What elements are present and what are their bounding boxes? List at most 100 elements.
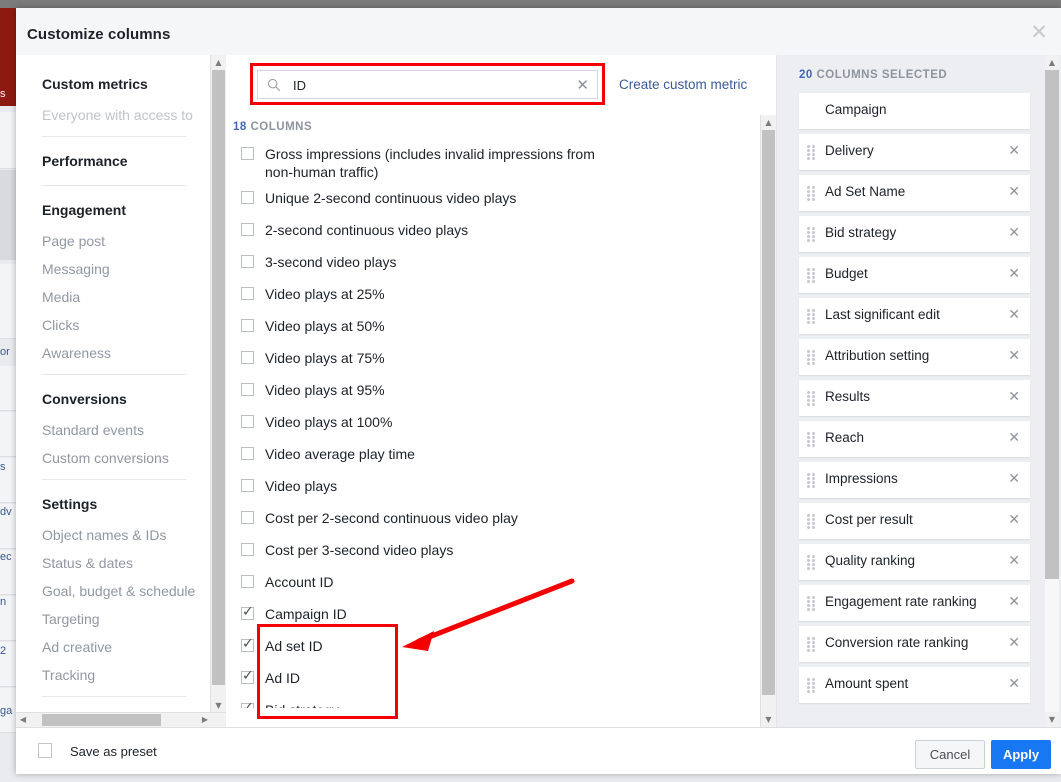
column-option-row[interactable]: Cost per 2-second continuous video play <box>227 505 759 537</box>
create-custom-metric-link[interactable]: Create custom metric <box>619 77 747 92</box>
column-option-checkbox[interactable] <box>241 511 254 524</box>
drag-handle-icon[interactable] <box>807 678 816 693</box>
column-option-row[interactable]: Video plays at 25% <box>227 281 759 313</box>
sidebar-item-object-names-ids[interactable]: Object names & IDs <box>16 521 212 549</box>
column-option-row[interactable]: Account ID <box>227 569 759 601</box>
selected-column-row[interactable]: Budget ✕ <box>799 257 1030 293</box>
drag-handle-icon[interactable] <box>807 268 816 283</box>
remove-column-icon[interactable]: ✕ <box>1008 347 1020 366</box>
column-option-checkbox[interactable] <box>241 191 254 204</box>
sidebar-item-goal-budget-schedule[interactable]: Goal, budget & schedule <box>16 577 212 605</box>
selected-column-row[interactable]: Conversion rate ranking ✕ <box>799 626 1030 662</box>
column-option-row[interactable]: 2-second continuous video plays <box>227 217 759 249</box>
column-option-row[interactable]: Video plays at 100% <box>227 409 759 441</box>
selected-column-row[interactable]: Impressions ✕ <box>799 462 1030 498</box>
column-option-checkbox[interactable] <box>241 223 254 236</box>
remove-column-icon[interactable]: ✕ <box>1008 429 1020 448</box>
remove-column-icon[interactable]: ✕ <box>1008 224 1020 243</box>
remove-column-icon[interactable]: ✕ <box>1008 183 1020 202</box>
column-option-checkbox[interactable] <box>241 479 254 492</box>
selected-column-row[interactable]: Ad Set Name ✕ <box>799 175 1030 211</box>
scrollbar-thumb[interactable] <box>1045 70 1059 579</box>
selected-column-row[interactable]: Quality ranking ✕ <box>799 544 1030 580</box>
selected-column-row[interactable]: Delivery ✕ <box>799 134 1030 170</box>
scroll-down-icon[interactable]: ▼ <box>1045 712 1059 727</box>
remove-column-icon[interactable]: ✕ <box>1008 388 1020 407</box>
drag-handle-icon[interactable] <box>807 391 816 406</box>
selected-columns-list[interactable]: Campaign Delivery ✕ Ad Set Name ✕ Bid strateg… <box>777 93 1039 727</box>
remove-column-icon[interactable]: ✕ <box>1008 470 1020 489</box>
sidebar-horizontal-scrollbar[interactable]: ◀ ▶ <box>16 712 226 727</box>
sidebar-item-messaging[interactable]: Messaging <box>16 255 212 283</box>
column-option-row[interactable]: Video plays at 50% <box>227 313 759 345</box>
drag-handle-icon[interactable] <box>807 473 816 488</box>
column-option-row[interactable]: Cost per 3-second video plays <box>227 537 759 569</box>
column-option-checkbox[interactable] <box>241 319 254 332</box>
column-option-checkbox[interactable] <box>241 255 254 268</box>
column-option-row[interactable]: 3-second video plays <box>227 249 759 281</box>
sidebar-item-tracking[interactable]: Tracking <box>16 661 212 689</box>
drag-handle-icon[interactable] <box>807 637 816 652</box>
search-input[interactable] <box>291 71 565 100</box>
sidebar-item-media[interactable]: Media <box>16 283 212 311</box>
scroll-down-icon[interactable]: ▼ <box>761 712 776 727</box>
sidebar-item-custom-metrics[interactable]: Custom metrics <box>16 67 212 101</box>
drag-handle-icon[interactable] <box>807 432 816 447</box>
sidebar-item-targeting[interactable]: Targeting <box>16 605 212 633</box>
column-option-row[interactable]: Ad ID <box>227 665 759 697</box>
sidebar-item-settings[interactable]: Settings <box>16 487 212 521</box>
sidebar-item-status-dates[interactable]: Status & dates <box>16 549 212 577</box>
clear-search-icon[interactable]: ✕ <box>576 75 589 95</box>
sidebar-item-custom-conversions[interactable]: Custom conversions <box>16 444 212 472</box>
scrollbar-thumb[interactable] <box>762 130 775 695</box>
column-option-checkbox[interactable] <box>241 287 254 300</box>
drag-handle-icon[interactable] <box>807 350 816 365</box>
sidebar-vertical-scrollbar[interactable]: ▲ ▼ <box>210 55 226 713</box>
column-option-row[interactable]: Video plays at 75% <box>227 345 759 377</box>
scroll-right-icon[interactable]: ▶ <box>198 713 212 726</box>
column-option-checkbox[interactable] <box>241 447 254 460</box>
column-option-row[interactable]: Gross impressions (includes invalid impr… <box>227 141 759 185</box>
sidebar-item-clicks[interactable]: Clicks <box>16 311 212 339</box>
close-icon[interactable]: ✕ <box>1028 21 1050 43</box>
sidebar-item-engagement[interactable]: Engagement <box>16 193 212 227</box>
column-option-checkbox[interactable] <box>241 604 254 620</box>
remove-column-icon[interactable]: ✕ <box>1008 511 1020 530</box>
column-option-row[interactable]: Bid strategy <box>227 697 759 708</box>
remove-column-icon[interactable]: ✕ <box>1008 634 1020 653</box>
drag-handle-icon[interactable] <box>807 596 816 611</box>
cancel-button[interactable]: Cancel <box>915 740 985 769</box>
column-option-checkbox[interactable] <box>241 415 254 428</box>
drag-handle-icon[interactable] <box>807 309 816 324</box>
selected-column-row[interactable]: Results ✕ <box>799 380 1030 416</box>
selected-column-row[interactable]: Campaign <box>799 93 1030 129</box>
drag-handle-icon[interactable] <box>807 514 816 529</box>
scrollbar-thumb[interactable] <box>212 70 225 685</box>
sidebar-item-conversions[interactable]: Conversions <box>16 382 212 416</box>
apply-button[interactable]: Apply <box>991 740 1051 769</box>
sidebar-item-ad-creative[interactable]: Ad creative <box>16 633 212 661</box>
save-as-preset-checkbox[interactable] <box>38 743 52 758</box>
sidebar-item-awareness[interactable]: Awareness <box>16 339 212 367</box>
column-option-row[interactable]: Unique 2-second continuous video plays <box>227 185 759 217</box>
scroll-left-icon[interactable]: ◀ <box>16 713 30 726</box>
remove-column-icon[interactable]: ✕ <box>1008 552 1020 571</box>
available-columns-scrollbar[interactable]: ▲ ▼ <box>760 115 776 727</box>
selected-column-row[interactable]: Cost per result ✕ <box>799 503 1030 539</box>
column-option-checkbox[interactable] <box>241 700 254 708</box>
selected-columns-scrollbar[interactable]: ▲ ▼ <box>1044 55 1060 727</box>
column-option-checkbox[interactable] <box>241 147 254 160</box>
column-option-row[interactable]: Ad set ID <box>227 633 759 665</box>
selected-column-row[interactable]: Last significant edit ✕ <box>799 298 1030 334</box>
search-box[interactable]: ✕ <box>257 70 598 100</box>
column-option-checkbox[interactable] <box>241 575 254 588</box>
remove-column-icon[interactable]: ✕ <box>1008 142 1020 161</box>
sidebar-item-performance[interactable]: Performance <box>16 144 212 178</box>
scroll-up-icon[interactable]: ▲ <box>761 115 776 130</box>
available-columns-list[interactable]: Gross impressions (includes invalid impr… <box>227 141 759 708</box>
drag-handle-icon[interactable] <box>807 227 816 242</box>
scroll-up-icon[interactable]: ▲ <box>1045 55 1059 70</box>
selected-column-row[interactable]: Engagement rate ranking ✕ <box>799 585 1030 621</box>
scroll-up-icon[interactable]: ▲ <box>211 55 226 70</box>
sidebar-item-page-post[interactable]: Page post <box>16 227 212 255</box>
